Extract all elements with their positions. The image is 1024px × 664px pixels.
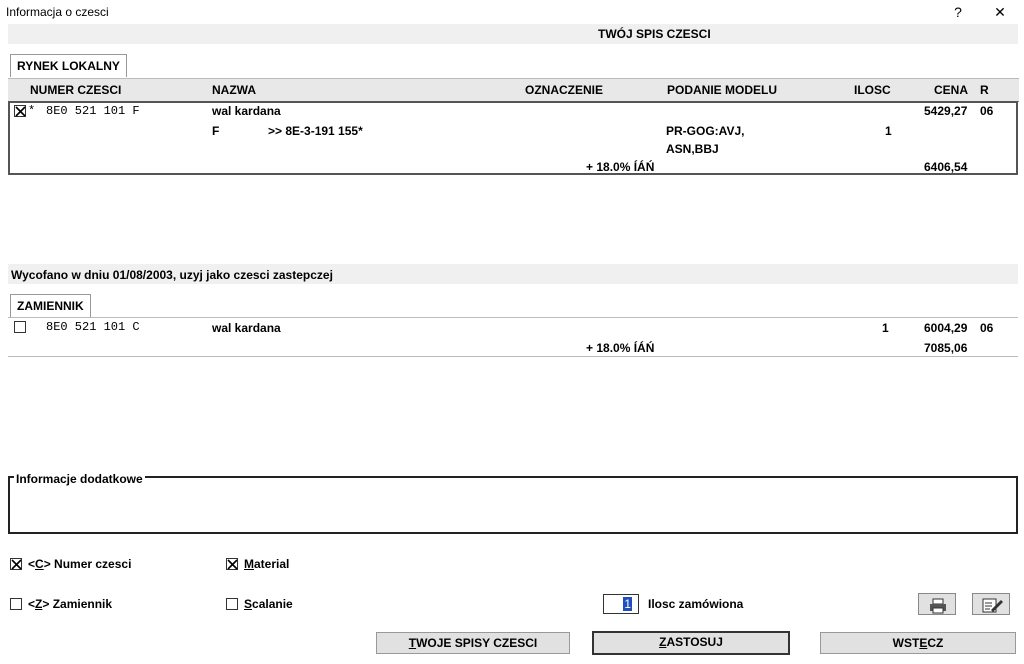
main-part-qty: 1 xyxy=(885,124,892,138)
col-qty: ILOSC xyxy=(854,83,891,97)
replacement-part-r: 06 xyxy=(980,321,994,335)
label-text: WST xyxy=(892,636,920,650)
edit-icon xyxy=(982,598,1003,613)
page-title: TWÓJ SPIS CZESCI xyxy=(598,27,711,41)
label-text: CZ xyxy=(927,636,944,650)
replacement-checkbox[interactable] xyxy=(14,321,26,333)
option-part-number-checkbox[interactable] xyxy=(10,558,22,570)
withdrawn-notice: Wycofano w dniu 01/08/2003, uzyj jako cz… xyxy=(11,268,333,282)
label-text: > Numer czesci xyxy=(43,557,132,571)
replacement-part-number: 8E0 521 101 C xyxy=(46,320,140,334)
apply-button[interactable]: ZASTOSUJ xyxy=(592,631,790,655)
divider xyxy=(8,317,1018,318)
column-header: NUMER CZESCI NAZWA OZNACZENIE PODANIE MO… xyxy=(8,78,1019,102)
main-part-r: 06 xyxy=(980,104,994,118)
printer-icon xyxy=(930,598,946,614)
check-x-icon xyxy=(15,106,26,117)
label-text: ASTOSUJ xyxy=(666,635,723,649)
main-part-price-gross: 6406,54 xyxy=(924,160,968,174)
label-key: C xyxy=(35,557,44,571)
close-button[interactable]: ✕ xyxy=(978,0,1022,24)
check-x-icon xyxy=(227,559,238,570)
main-part-name: wal kardana xyxy=(212,104,281,118)
option-part-number-label[interactable]: <C> Numer czesci xyxy=(28,557,131,571)
option-replacement-label[interactable]: <Z> Zamiennik xyxy=(28,597,112,611)
label-key: S xyxy=(244,597,253,611)
label-key: T xyxy=(408,636,417,650)
col-model: PODANIE MODELU xyxy=(667,83,778,97)
replacement-part-price-gross: 7085,06 xyxy=(924,341,968,355)
check-x-icon xyxy=(11,559,22,570)
print-button[interactable] xyxy=(918,593,956,615)
option-replacement-checkbox[interactable] xyxy=(10,598,22,610)
label-text: WOJE SPISY CZESCI xyxy=(416,636,538,650)
main-part-star: * xyxy=(28,104,36,118)
divider xyxy=(8,356,1018,357)
page-header: TWÓJ SPIS CZESCI xyxy=(8,24,1018,44)
replacement-part-name: wal kardana xyxy=(212,321,281,335)
your-lists-button[interactable]: TWOJE SPISY CZESCI xyxy=(376,632,570,654)
option-material-checkbox[interactable] xyxy=(226,558,238,570)
label-text: > Zamiennik xyxy=(42,597,113,611)
option-material-label[interactable]: Material xyxy=(244,557,289,571)
tab-local-market[interactable]: RYNEK LOKALNY xyxy=(10,54,127,77)
col-designation: OZNACZENIE xyxy=(525,83,603,97)
main-part-price: 5429,27 xyxy=(924,104,968,118)
col-part-number: NUMER CZESCI xyxy=(30,83,122,97)
col-name: NAZWA xyxy=(212,83,256,97)
edit-button[interactable] xyxy=(972,593,1010,615)
option-merge-checkbox[interactable] xyxy=(226,598,238,610)
additional-info-box[interactable] xyxy=(8,476,1018,534)
main-part-vat: + 18.0% ÍÁŃ xyxy=(586,160,655,174)
main-part-model-2: ASN,BBJ xyxy=(666,142,719,156)
main-part-checkbox[interactable] xyxy=(14,105,26,117)
col-r: R xyxy=(980,83,989,97)
order-qty-value: 1 xyxy=(623,597,632,611)
tab-replacement[interactable]: ZAMIENNIK xyxy=(10,294,91,317)
label-text: calanie xyxy=(252,597,293,611)
main-part-number: 8E0 521 101 F xyxy=(46,104,140,118)
label-text: aterial xyxy=(254,557,290,571)
help-button[interactable]: ? xyxy=(936,0,980,24)
back-button[interactable]: WSTECZ xyxy=(820,632,1016,654)
label-text: < xyxy=(28,597,36,611)
option-merge-label[interactable]: Scalanie xyxy=(244,597,293,611)
main-part-row[interactable] xyxy=(8,101,1018,175)
order-qty-input[interactable]: 1 xyxy=(603,594,639,614)
order-qty-label: Ilosc zamówiona xyxy=(648,597,744,611)
replacement-part-price: 6004,29 xyxy=(924,321,968,335)
replacement-part-vat: + 18.0% ÍÁŃ xyxy=(586,341,655,355)
col-price: CENA xyxy=(934,83,969,97)
window-title: Informacja o czesci xyxy=(6,5,109,19)
label-text: < xyxy=(28,557,36,571)
withdrawn-band: Wycofano w dniu 01/08/2003, uzyj jako cz… xyxy=(8,264,1018,284)
title-bar: Informacja o czesci ? ✕ xyxy=(0,0,1024,24)
main-part-sub-ref: >> 8E-3-191 155* xyxy=(268,124,363,138)
replacement-part-qty: 1 xyxy=(882,321,889,335)
additional-info-label: Informacje dodatkowe xyxy=(14,472,145,486)
main-part-sub-code: F xyxy=(212,124,220,138)
main-part-model-1: PR-GOG:AVJ, xyxy=(666,124,745,138)
label-key: M xyxy=(244,557,254,571)
